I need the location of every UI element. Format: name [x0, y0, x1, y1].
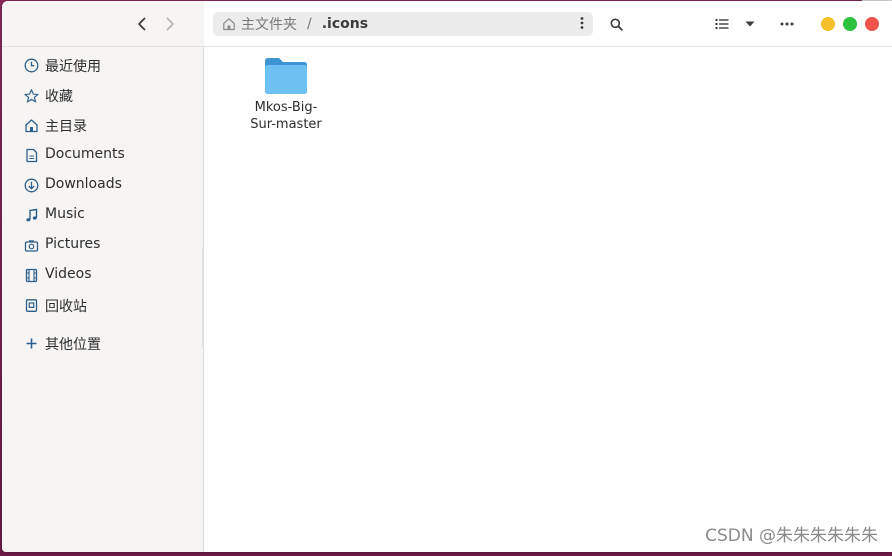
more-menu-button[interactable] — [776, 13, 798, 35]
path-current-folder[interactable]: .icons — [322, 16, 368, 32]
document-icon — [24, 148, 39, 163]
sidebar-item-label: Music — [45, 206, 85, 222]
forward-button[interactable] — [160, 14, 180, 34]
star-icon — [24, 88, 39, 103]
search-icon — [610, 18, 623, 31]
sidebar-item-home[interactable]: 主目录 — [2, 111, 204, 139]
folder-icon — [265, 58, 307, 94]
sidebar-item-label: 最近使用 — [45, 59, 101, 75]
horizontal-dots-icon — [780, 22, 794, 26]
chevron-left-icon — [138, 17, 146, 31]
vertical-dots-icon — [580, 17, 584, 29]
sidebar-item-label: 回收站 — [45, 299, 87, 315]
sidebar-item-label: Pictures — [45, 236, 101, 252]
path-menu-button[interactable] — [580, 16, 584, 34]
header-bar: 主文件夹 / .icons — [204, 1, 892, 47]
sidebar-item-label: 其他位置 — [45, 337, 101, 353]
sidebar-item-downloads[interactable]: Downloads — [2, 171, 204, 199]
sidebar-item-recent[interactable]: 最近使用 — [2, 51, 204, 79]
back-button[interactable] — [132, 14, 152, 34]
path-separator: / — [307, 16, 312, 32]
film-icon — [24, 268, 39, 283]
sidebar-item-label: Downloads — [45, 176, 122, 192]
sidebar-item-other-locations[interactable]: 其他位置 — [2, 329, 204, 357]
minimize-button[interactable] — [821, 17, 835, 31]
list-view-button[interactable] — [712, 13, 732, 35]
sidebar-item-music[interactable]: Music — [2, 201, 204, 229]
sidebar-item-label: 主目录 — [45, 119, 87, 135]
path-bar[interactable]: 主文件夹 / .icons — [213, 12, 593, 36]
sidebar-item-trash[interactable]: 回收站 — [2, 291, 204, 319]
maximize-button[interactable] — [843, 17, 857, 31]
home-icon — [24, 118, 39, 133]
path-home-label[interactable]: 主文件夹 — [241, 14, 297, 34]
watermark: CSDN @朱朱朱朱朱朱 — [705, 526, 878, 546]
chevron-down-icon — [745, 21, 755, 27]
clock-icon — [24, 58, 39, 73]
music-icon — [24, 208, 39, 223]
file-view[interactable]: Mkos-Big- Sur-master — [204, 1, 892, 552]
list-view-icon — [715, 19, 729, 29]
sidebar-item-pictures[interactable]: Pictures — [2, 231, 204, 259]
close-button[interactable] — [865, 17, 879, 31]
sidebar-item-label: Documents — [45, 146, 125, 162]
plus-icon — [24, 336, 39, 351]
sidebar-item-label: 收藏 — [45, 89, 73, 105]
home-icon — [223, 18, 235, 31]
sidebar-item-label: Videos — [45, 266, 92, 282]
trash-icon — [24, 298, 39, 313]
file-manager-window: 最近使用 收藏 主目录 Documents Downloads Music Pi… — [2, 1, 892, 552]
sidebar-item-videos[interactable]: Videos — [2, 261, 204, 289]
search-button[interactable] — [606, 13, 626, 35]
sidebar-item-documents[interactable]: Documents — [2, 141, 204, 169]
sidebar: 最近使用 收藏 主目录 Documents Downloads Music Pi… — [2, 1, 205, 552]
view-options-dropdown[interactable] — [740, 13, 760, 35]
camera-icon — [24, 238, 39, 253]
download-icon — [24, 178, 39, 193]
sidebar-header — [2, 1, 204, 47]
folder-name: Mkos-Big- Sur-master — [250, 100, 322, 132]
sidebar-item-starred[interactable]: 收藏 — [2, 81, 204, 109]
folder-item[interactable]: Mkos-Big- Sur-master — [244, 57, 328, 133]
chevron-right-icon — [166, 17, 174, 31]
